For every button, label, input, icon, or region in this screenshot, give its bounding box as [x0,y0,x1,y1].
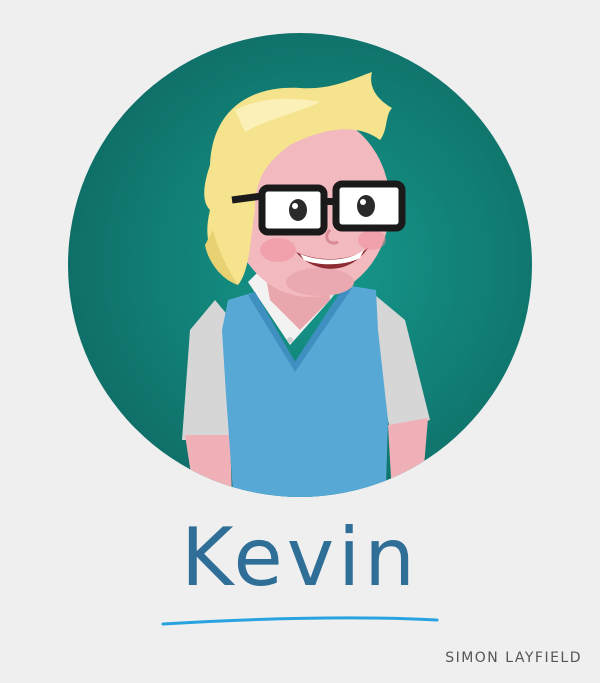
name-underline [161,616,439,626]
character-name: Kevin [181,511,419,604]
character-illustration [68,33,532,497]
artist-signature: SIMON LAYFIELD [445,650,582,666]
